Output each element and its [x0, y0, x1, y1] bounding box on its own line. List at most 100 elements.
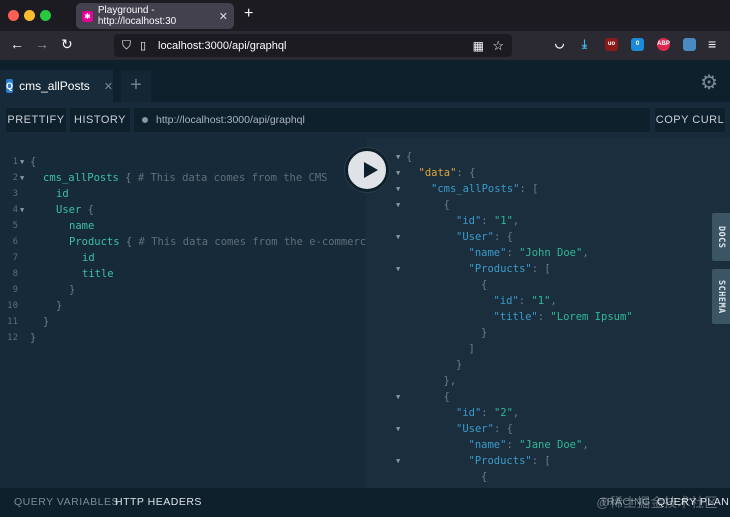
line-number: 1	[12, 157, 18, 167]
fold-toggle-icon[interactable]: ▼	[396, 261, 400, 277]
code-line: "id": "1",	[494, 293, 557, 309]
fold-toggle-icon[interactable]: ▼	[396, 181, 400, 197]
code-line: }	[69, 282, 75, 298]
code-token: {	[81, 204, 94, 216]
code-token: "John Doe"	[519, 247, 583, 259]
page-icon: ▯	[140, 40, 147, 52]
code-token: }	[456, 359, 463, 371]
extension-badge: 0	[635, 41, 640, 47]
code-line: }	[56, 298, 62, 314]
code-line: User {	[56, 202, 94, 218]
fold-toggle-icon[interactable]: ▼	[20, 154, 24, 170]
endpoint-input[interactable]: http://localhost:3000/api/graphql	[134, 108, 650, 132]
code-token: {	[406, 151, 413, 163]
code-token: : {	[493, 423, 513, 435]
line-number: 11	[7, 317, 18, 327]
close-tab-icon[interactable]: ✕	[104, 80, 113, 93]
fold-toggle-icon[interactable]: ▼	[396, 229, 400, 245]
query-editor[interactable]: 1 ▼{2 ▼ cms_allPosts { # This data comes fr…	[0, 138, 372, 488]
schema-tab[interactable]: SCHEMA	[712, 269, 730, 324]
back-icon[interactable]: ←	[10, 36, 24, 52]
code-token: "1"	[531, 295, 551, 307]
code-token: "name"	[468, 247, 507, 259]
line-number: 5	[12, 221, 18, 231]
forward-icon[interactable]: →	[35, 36, 49, 52]
code-token: : [	[519, 183, 539, 195]
code-token: :	[481, 215, 494, 227]
code-line: id	[56, 186, 69, 202]
fold-toggle-icon[interactable]: ▼	[396, 421, 400, 437]
code-token: : [	[531, 263, 551, 275]
prettify-button[interactable]: PRETTIFY	[6, 108, 66, 132]
fold-toggle-icon[interactable]: ▼	[20, 170, 24, 186]
browser-titlebar: ✱ Playground - http://localhost:30 ✕ +	[0, 0, 730, 31]
query-badge: Q	[6, 79, 14, 93]
code-token: "Jane Doe"	[519, 439, 583, 451]
download-icon[interactable]: ⤓	[578, 38, 591, 51]
add-tab-button[interactable]: +	[121, 70, 151, 102]
code-token: : {	[493, 231, 513, 243]
fold-toggle-icon[interactable]: ▼	[396, 453, 400, 469]
history-button[interactable]: HISTORY	[70, 108, 130, 132]
menu-icon[interactable]: ≡	[708, 36, 716, 52]
code-line: id	[82, 250, 95, 266]
extension-icon[interactable]: 0	[631, 38, 644, 51]
code-token: ,	[582, 439, 589, 451]
line-number: 2	[12, 173, 18, 183]
ublock-icon[interactable]: uo	[605, 38, 618, 51]
http-headers-tab[interactable]: HTTP HEADERS	[115, 488, 202, 517]
query-variables-tab[interactable]: QUERY VARIABLES	[14, 488, 119, 517]
code-token: # This data comes from the e-commerce	[138, 236, 373, 248]
address-bar[interactable]: ⛉ ▯ localhost:3000/api/graphql ▦ ☆	[114, 34, 512, 57]
pocket-icon[interactable]: ◡	[553, 38, 566, 51]
copy-curl-button[interactable]: COPY CURL	[655, 108, 725, 132]
bottom-panel: QUERY VARIABLES HTTP HEADERS TRACING QUE…	[0, 488, 730, 517]
fold-toggle-icon[interactable]: ▼	[20, 202, 24, 218]
code-token: {	[443, 391, 450, 403]
browser-tab-title: Playground - http://localhost:30	[97, 5, 177, 27]
code-token: }	[481, 327, 488, 339]
code-line: "User": {	[456, 229, 513, 245]
reader-extension-icon[interactable]	[683, 38, 696, 51]
new-tab-button[interactable]: +	[244, 5, 253, 23]
fold-toggle-icon[interactable]: ▼	[396, 389, 400, 405]
run-query-button[interactable]	[345, 148, 389, 192]
line-number: 8	[12, 269, 18, 279]
qr-grid-icon[interactable]: ▦	[473, 39, 484, 53]
code-token: "1"	[493, 215, 513, 227]
maximize-window-button[interactable]	[40, 10, 51, 21]
code-token: }	[56, 300, 63, 312]
code-token: "User"	[456, 231, 494, 243]
close-tab-icon[interactable]: ✕	[219, 10, 228, 23]
code-token: "Products"	[468, 455, 532, 467]
code-line: "name": "Jane Doe",	[469, 437, 589, 453]
code-token: "Lorem Ipsum"	[550, 311, 633, 323]
fold-toggle-icon[interactable]: ▼	[396, 149, 400, 165]
code-line: {	[30, 154, 36, 170]
code-token: ,	[550, 295, 557, 307]
reload-icon[interactable]: ↻	[61, 36, 73, 53]
docs-tab[interactable]: DOCS	[712, 213, 730, 261]
code-token: "cms_allPosts"	[431, 183, 520, 195]
code-token: ,	[582, 247, 589, 259]
code-token: "User"	[456, 423, 494, 435]
browser-tab[interactable]: ✱ Playground - http://localhost:30 ✕	[76, 3, 234, 29]
code-token: "id"	[456, 215, 482, 227]
code-token: "id"	[493, 295, 519, 307]
shield-icon: ⛉	[122, 38, 132, 52]
adblock-plus-icon[interactable]: ABP	[657, 38, 670, 51]
code-token: :	[506, 439, 520, 451]
bookmark-star-icon[interactable]: ☆	[492, 38, 504, 54]
code-token: "name"	[468, 439, 507, 451]
minimize-window-button[interactable]	[24, 10, 35, 21]
code-token: {	[481, 471, 488, 483]
code-line: },	[444, 373, 457, 389]
tab-cms-allposts[interactable]: Q cms_allPosts ✕	[0, 70, 113, 102]
fold-toggle-icon[interactable]: ▼	[396, 197, 400, 213]
code-line: cms_allPosts { # This data comes from th…	[43, 170, 327, 186]
fold-toggle-icon[interactable]: ▼	[396, 165, 400, 181]
code-token: {	[443, 199, 450, 211]
code-token: "id"	[456, 407, 482, 419]
gear-icon[interactable]: ⚙	[700, 70, 718, 95]
close-window-button[interactable]	[8, 10, 19, 21]
